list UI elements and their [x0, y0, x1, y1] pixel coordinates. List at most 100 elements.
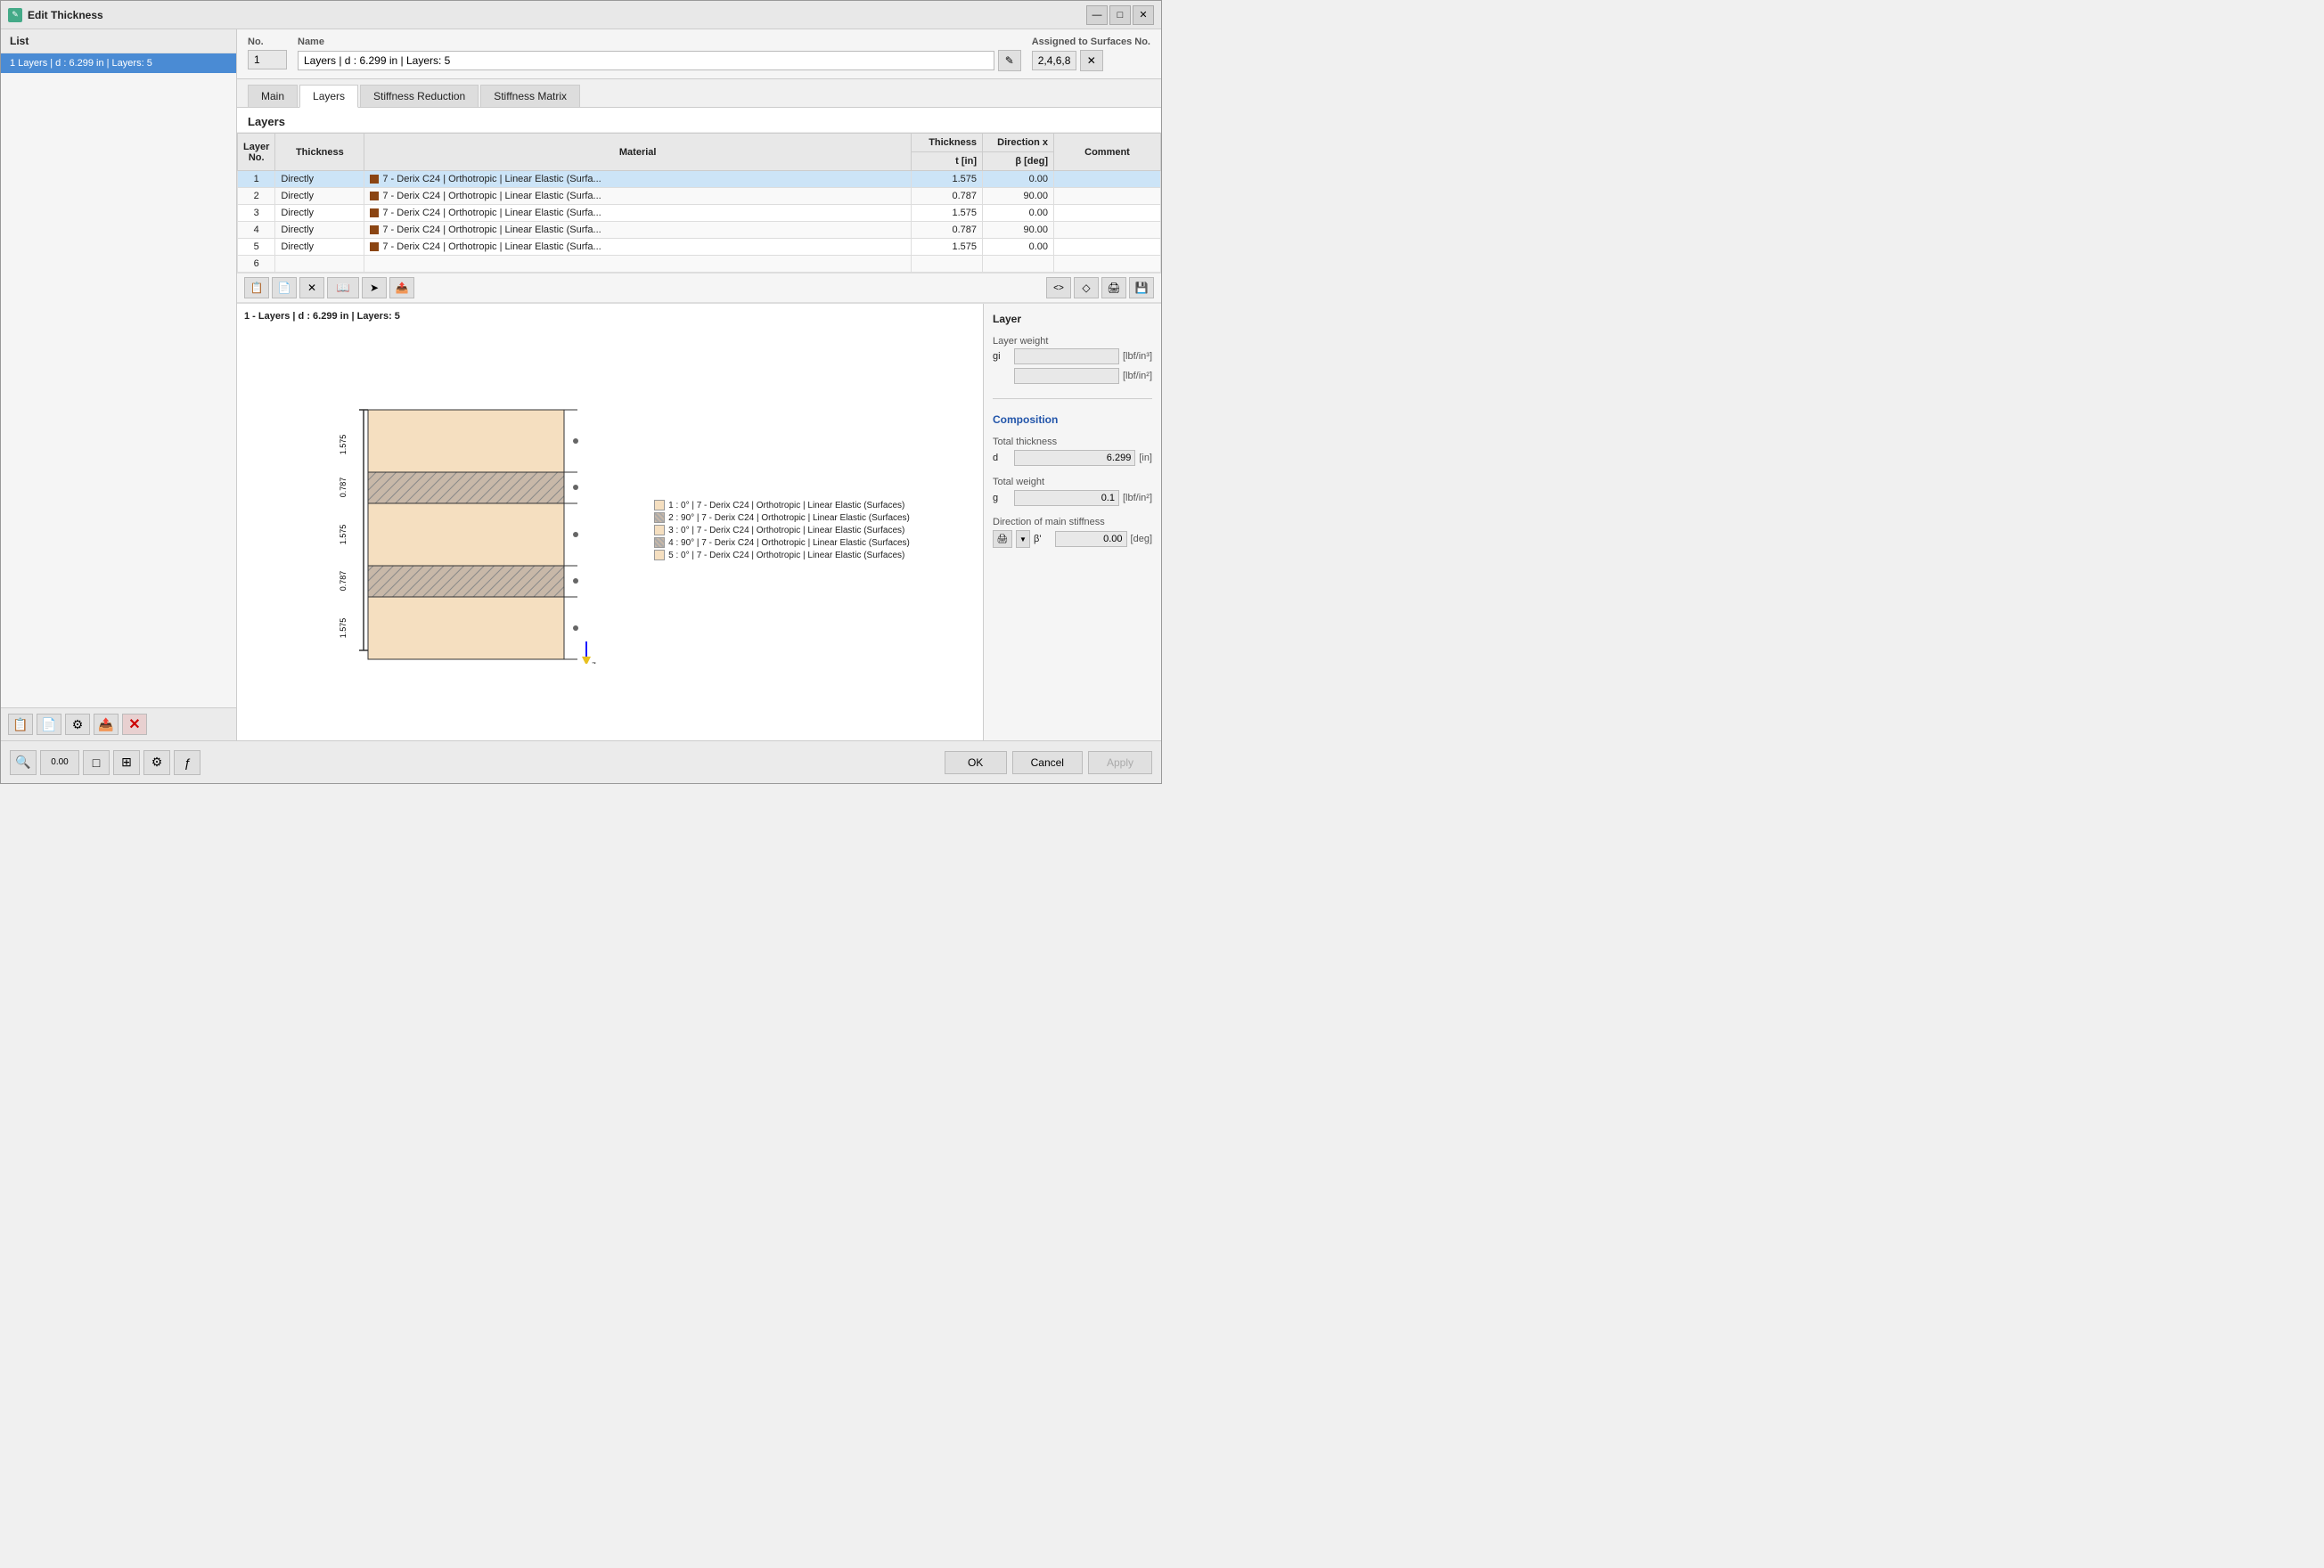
d-input[interactable] [1014, 450, 1135, 466]
edit-name-btn[interactable]: ✎ [998, 50, 1021, 71]
col-header-t-unit: t [in] [912, 152, 983, 171]
name-input[interactable] [298, 51, 994, 70]
tab-stiffness-matrix[interactable]: Stiffness Matrix [480, 85, 580, 107]
layers-table-container: LayerNo. Thickness Material Thickness Di… [237, 133, 1161, 273]
delete-btn[interactable]: ✕ [122, 714, 147, 735]
list-item[interactable]: 1 Layers | d : 6.299 in | Layers: 5 [1, 53, 236, 73]
g-input[interactable] [1014, 490, 1119, 506]
layer-legend: 1 : 0° | 7 - Derix C24 | Orthotropic | L… [654, 500, 910, 560]
left-bottom-toolbar: 📋 📄 ⚙ 📤 ✕ [1, 707, 236, 740]
legend-item-4: 4 : 90° | 7 - Derix C24 | Orthotropic | … [654, 537, 910, 548]
layer-title: Layer [993, 313, 1152, 325]
code-right-btn[interactable]: ◇ [1074, 277, 1099, 298]
assigned-label: Assigned to Surfaces No. [1032, 37, 1150, 47]
layers-content: Layers LayerNo. Thickness Material Thick… [237, 108, 1161, 740]
svg-text:1.575: 1.575 [339, 525, 348, 545]
beta-input[interactable] [1055, 531, 1127, 547]
svg-text:0.787: 0.787 [339, 478, 348, 498]
table-row[interactable]: 1 Directly 7 - Derix C24 | Orthotropic |… [238, 171, 1161, 188]
print-props-btn[interactable]: 🖨 [993, 530, 1012, 548]
arrow-btn[interactable]: ➤ [362, 277, 387, 298]
main-window: ✎ Edit Thickness — □ ✕ List 1 Layers | d… [0, 0, 1162, 784]
legend-item-2: 2 : 90° | 7 - Derix C24 | Orthotropic | … [654, 512, 910, 523]
save-small-btn[interactable]: 📤 [94, 714, 119, 735]
name-row: ✎ [298, 50, 1021, 71]
maximize-button[interactable]: □ [1109, 5, 1131, 25]
delete-row-btn[interactable]: ✕ [299, 277, 324, 298]
func-icon-btn[interactable]: ƒ [174, 750, 200, 775]
window-title: Edit Thickness [28, 9, 1081, 21]
new-btn[interactable]: 📋 [8, 714, 33, 735]
viz-left: 1 - Layers | d : 6.299 in | Layers: 5 [237, 304, 983, 740]
title-bar: ✎ Edit Thickness — □ ✕ [1, 1, 1161, 29]
no-input[interactable] [248, 50, 287, 69]
toolbar-right: <> ◇ 🖨 💾 [1046, 277, 1154, 298]
minimize-button[interactable]: — [1086, 5, 1108, 25]
g-row: g [lbf/in²] [993, 490, 1152, 506]
d-row: d [in] [993, 450, 1152, 466]
tab-stiffness-reduction[interactable]: Stiffness Reduction [360, 85, 479, 107]
col-header-layer-no: LayerNo. [238, 134, 275, 171]
add-row-btn[interactable]: 📋 [244, 277, 269, 298]
square-btn[interactable]: □ [83, 750, 110, 775]
tab-main[interactable]: Main [248, 85, 298, 107]
cancel-button[interactable]: Cancel [1012, 751, 1083, 774]
tab-layers[interactable]: Layers [299, 85, 358, 108]
ok-button[interactable]: OK [945, 751, 1007, 774]
table-row[interactable]: 3 Directly 7 - Derix C24 | Orthotropic |… [238, 205, 1161, 222]
total-thickness-label: Total thickness [993, 437, 1152, 447]
right-panel: No. Name ✎ Assigned to Surfaces No. ✕ [237, 29, 1161, 740]
gi-label: gi [993, 351, 1011, 362]
legend-text-2: 2 : 90° | 7 - Derix C24 | Orthotropic | … [668, 513, 910, 523]
table-row[interactable]: 4 Directly 7 - Derix C24 | Orthotropic |… [238, 222, 1161, 239]
table-row[interactable]: 6 [238, 256, 1161, 273]
col-header-material: Material [364, 134, 912, 171]
export-btn[interactable]: 📤 [389, 277, 414, 298]
legend-item-1: 1 : 0° | 7 - Derix C24 | Orthotropic | L… [654, 500, 910, 510]
beta-label: β' [1034, 534, 1052, 544]
gi-unit-2: [lbf/in²] [1123, 371, 1152, 381]
print-btn[interactable]: 🖨 [1101, 277, 1126, 298]
name-label: Name [298, 37, 1021, 47]
bottom-left-icons: 🔍 0.00 □ ⊞ ⚙ ƒ [10, 750, 200, 775]
apply-button[interactable]: Apply [1088, 751, 1152, 774]
svg-text:0.787: 0.787 [339, 571, 348, 592]
left-panel: List 1 Layers | d : 6.299 in | Layers: 5… [1, 29, 237, 740]
col-header-thickness: Thickness [275, 134, 364, 171]
grid-btn[interactable]: ⊞ [113, 750, 140, 775]
d-label: d [993, 453, 1011, 463]
legend-text-5: 5 : 0° | 7 - Derix C24 | Orthotropic | L… [668, 551, 904, 560]
save-export-btn[interactable]: 💾 [1129, 277, 1154, 298]
viz-diagram: 1.575 0.787 1.575 0.787 1.575 [244, 327, 976, 733]
settings-icon-btn[interactable]: ⚙ [143, 750, 170, 775]
layer-weight-label: Layer weight [993, 336, 1152, 347]
close-button[interactable]: ✕ [1133, 5, 1154, 25]
table-row[interactable]: 2 Directly 7 - Derix C24 | Orthotropic |… [238, 188, 1161, 205]
window-icon: ✎ [8, 8, 22, 22]
tabs-bar: Main Layers Stiffness Reduction Stiffnes… [237, 79, 1161, 108]
table-row[interactable]: 5 Directly 7 - Derix C24 | Orthotropic |… [238, 239, 1161, 256]
gi-input-2[interactable] [1014, 368, 1119, 384]
total-weight-label: Total weight [993, 477, 1152, 487]
layers-table: LayerNo. Thickness Material Thickness Di… [237, 133, 1161, 273]
dir-stiffness-section: Direction of main stiffness 🖨 ▼ β' [deg] [993, 517, 1152, 551]
props-panel: Layer Layer weight gi [lbf/in³] [983, 304, 1161, 740]
assigned-input[interactable] [1032, 51, 1076, 70]
name-group: Name ✎ [298, 37, 1021, 71]
list-body: 1 Layers | d : 6.299 in | Layers: 5 [1, 53, 236, 707]
gi-row-2: [lbf/in²] [993, 368, 1152, 384]
function-btn[interactable]: ⚙ [65, 714, 90, 735]
value-btn[interactable]: 0.00 [40, 750, 79, 775]
gi-row-1: gi [lbf/in³] [993, 348, 1152, 364]
dropdown-btn[interactable]: ▼ [1016, 530, 1030, 548]
copy-btn[interactable]: 📄 [37, 714, 61, 735]
col-header-comment: Comment [1054, 134, 1161, 171]
search-icon-btn[interactable]: 🔍 [10, 750, 37, 775]
viz-title: 1 - Layers | d : 6.299 in | Layers: 5 [244, 311, 976, 322]
gi-input-1[interactable] [1014, 348, 1119, 364]
assigned-edit-btn[interactable]: ✕ [1080, 50, 1103, 71]
book-btn[interactable]: 📖 [327, 277, 359, 298]
copy-row-btn[interactable]: 📄 [272, 277, 297, 298]
code-left-btn[interactable]: <> [1046, 277, 1071, 298]
svg-text:1.575: 1.575 [339, 618, 348, 639]
